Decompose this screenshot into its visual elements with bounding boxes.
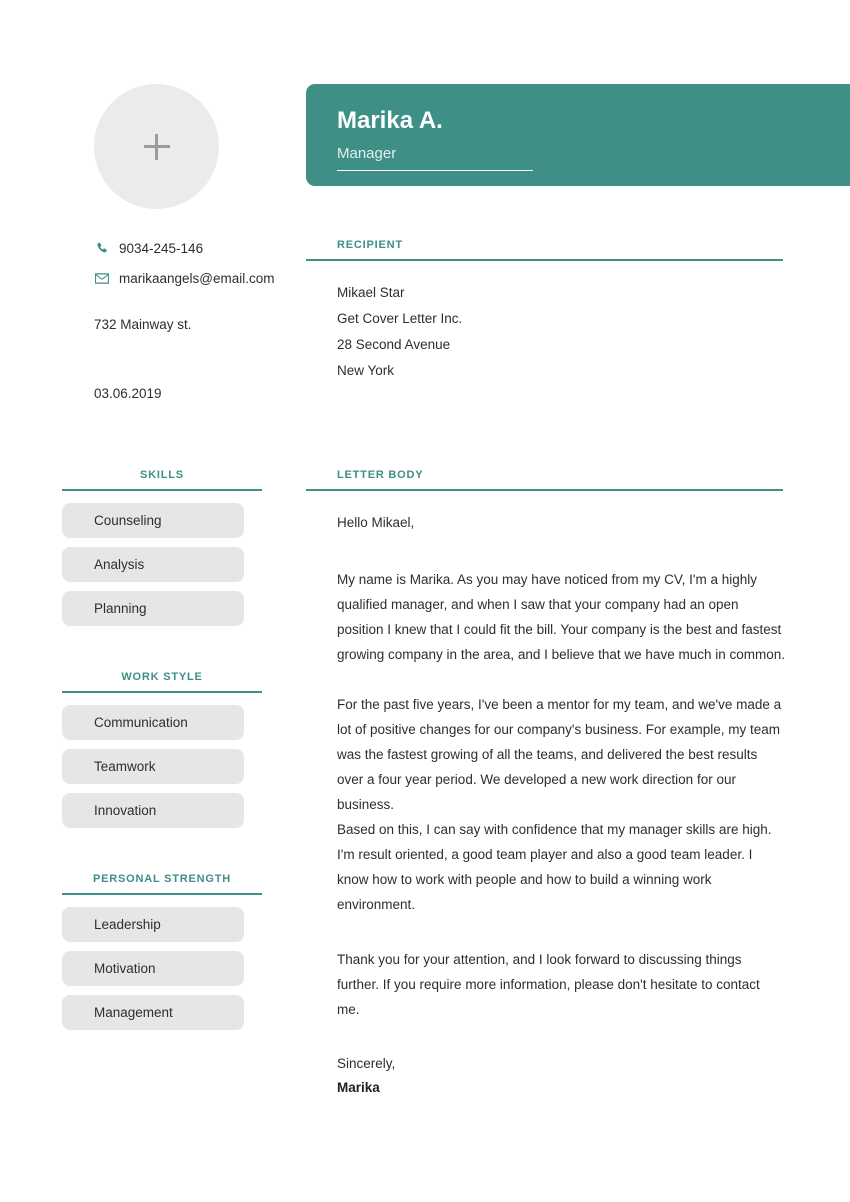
sidebar-section-work-style: WORK STYLE Communication Teamwork Innova… (62, 670, 262, 837)
section-divider (62, 691, 262, 693)
recipient-section: RECIPIENT Mikael Star Get Cover Letter I… (306, 238, 783, 384)
letter-body-section: LETTER BODY Hello Mikael, My name is Mar… (306, 468, 785, 1100)
cover-letter-page: 9034-245-146 marikaangels@email.com 732 … (0, 0, 850, 1202)
job-title: Manager (337, 145, 397, 162)
recipient-line: Mikael Star (337, 285, 405, 300)
work-style-pill[interactable]: Teamwork (62, 749, 244, 784)
page-title: Marika A. (337, 107, 443, 134)
skill-pill[interactable]: Planning (62, 591, 244, 626)
letter-paragraph: Thank you for your attention, and I look… (337, 952, 760, 1017)
header-underline (337, 170, 533, 171)
header-banner: Marika A. Manager (306, 84, 850, 186)
contact-list: 9034-245-146 marikaangels@email.com (94, 238, 306, 298)
section-divider (62, 893, 262, 895)
plus-icon[interactable] (143, 133, 170, 160)
skill-pill[interactable]: Analysis (62, 547, 244, 582)
recipient-line: Get Cover Letter Inc. (337, 311, 463, 326)
letter-paragraph: My name is Marika. As you may have notic… (337, 572, 785, 662)
avatar-placeholder[interactable] (94, 84, 219, 209)
sidebar-section-heading: PERSONAL STRENGTH (92, 873, 232, 885)
letter-body-block: Hello Mikael, My name is Marika. As you … (306, 491, 785, 1100)
email-value: marikaangels@email.com (119, 270, 275, 286)
recipient-line: 28 Second Avenue (337, 337, 451, 352)
phone-value: 9034-245-146 (119, 240, 204, 256)
recipient-line: New York (337, 363, 395, 378)
sidebar-section-skills: SKILLS Counseling Analysis Planning (62, 468, 262, 635)
contact-row-phone[interactable]: 9034-245-146 (94, 238, 306, 259)
letter-sign-off: Sincerely, (337, 1056, 396, 1071)
work-style-pill[interactable]: Innovation (62, 793, 244, 828)
date-line: 03.06.2019 (94, 386, 162, 401)
recipient-heading: RECIPIENT (337, 239, 403, 251)
sidebar-section-heading: WORK STYLE (121, 671, 203, 683)
letter-paragraph: Based on this, I can say with confidence… (337, 822, 772, 912)
personal-strength-pill[interactable]: Motivation (62, 951, 244, 986)
recipient-block: Mikael Star Get Cover Letter Inc. 28 Sec… (306, 261, 783, 384)
address-line: 732 Mainway st. (94, 317, 192, 332)
envelope-icon (94, 272, 110, 286)
sidebar-section-heading: SKILLS (140, 469, 184, 481)
personal-strength-pill[interactable]: Management (62, 995, 244, 1030)
letter-salutation: Hello Mikael, (337, 515, 415, 530)
section-divider (62, 489, 262, 491)
skill-pill[interactable]: Counseling (62, 503, 244, 538)
phone-icon (94, 242, 110, 256)
letter-paragraph: For the past five years, I've been a men… (337, 697, 782, 812)
sidebar-section-personal-strength: PERSONAL STRENGTH Leadership Motivation … (62, 872, 262, 1039)
personal-strength-pill[interactable]: Leadership (62, 907, 244, 942)
left-sidebar: 9034-245-146 marikaangels@email.com 732 … (0, 0, 306, 1202)
letter-body-heading: LETTER BODY (337, 469, 424, 481)
work-style-pill[interactable]: Communication (62, 705, 244, 740)
contact-row-email[interactable]: marikaangels@email.com (94, 268, 306, 289)
letter-signature: Marika (337, 1080, 380, 1095)
